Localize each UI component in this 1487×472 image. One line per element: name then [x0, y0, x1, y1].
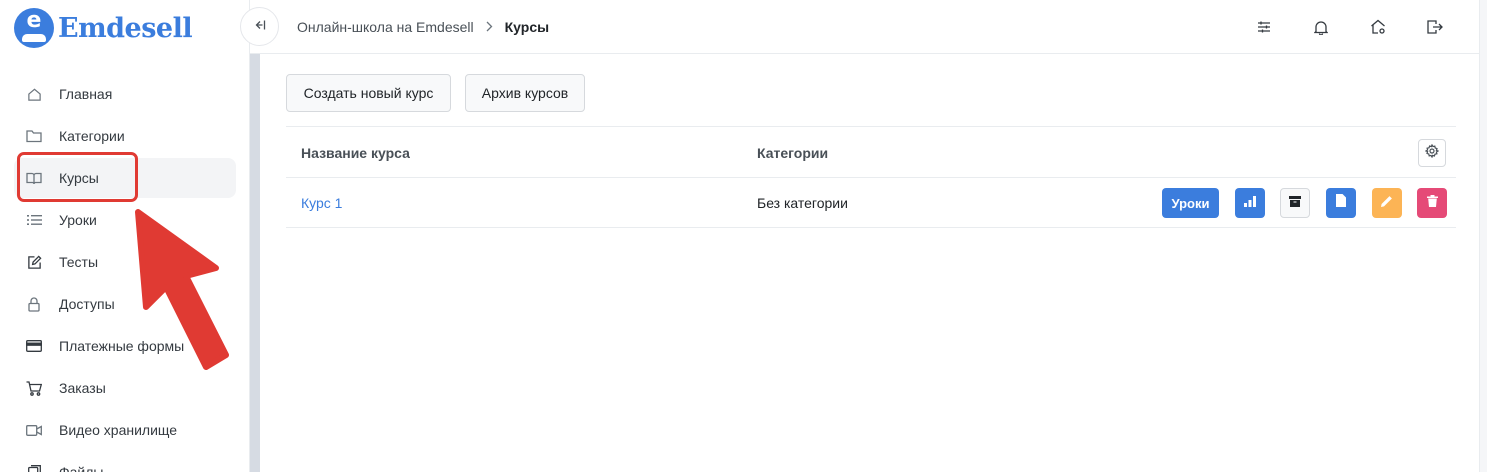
- app-window: e Emdesell Главная Категории Курсы Уроки…: [0, 0, 1487, 472]
- annotation-arrow: [135, 209, 229, 370]
